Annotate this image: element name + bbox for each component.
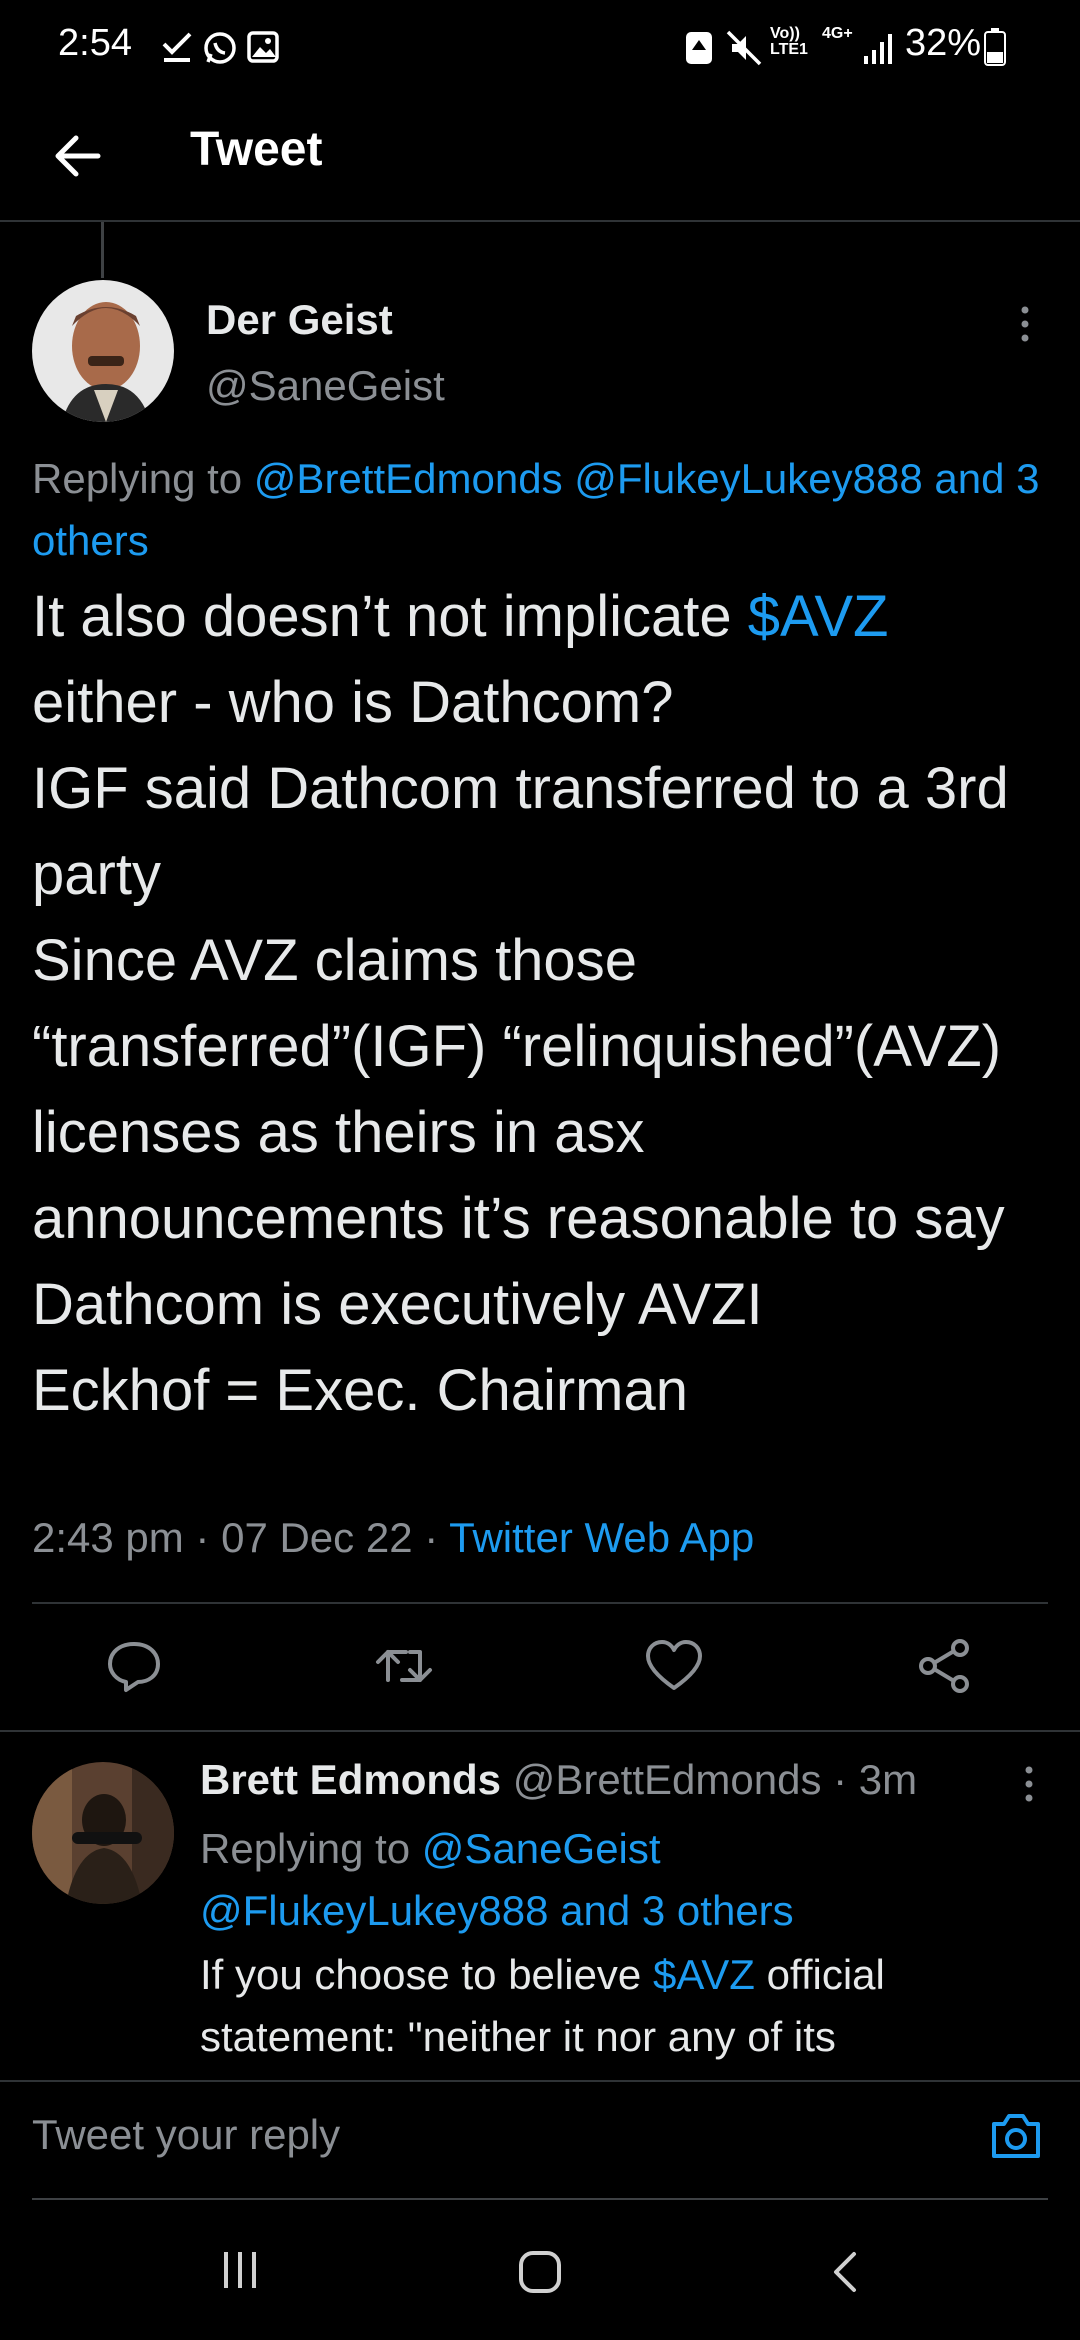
replying-prefix: Replying to [200, 1825, 422, 1872]
navigation-bar [0, 2200, 1080, 2340]
tweet-meta: 2:43 pm · 07 Dec 22 · Twitter Web App [32, 1514, 754, 1562]
cashtag-link[interactable]: $AVZ [653, 1951, 755, 1998]
replying-prefix: Replying to [32, 455, 254, 502]
page-title: Tweet [190, 123, 323, 176]
battery-percent: 32% [905, 22, 982, 64]
reply-header: Brett Edmonds @BrettEdmonds · 3m [200, 1756, 917, 1804]
mute-icon [726, 30, 762, 66]
tweet-date: 07 Dec 22 [221, 1514, 413, 1561]
tweet-time: 2:43 pm [32, 1514, 184, 1561]
thread-line [101, 222, 104, 278]
retweet-icon[interactable] [374, 1636, 434, 1696]
status-bar: 2:54 Vo)) LTE1 4G+ 32% [0, 0, 1080, 96]
cashtag-link[interactable]: $AVZ [748, 584, 889, 649]
signal-icon [864, 34, 892, 64]
mention-link[interactable]: @BrettEdmonds [254, 455, 563, 502]
mention-link[interactable]: @SaneGeist [422, 1825, 661, 1872]
back-nav-icon[interactable] [830, 2250, 860, 2294]
volte-label: Vo)) LTE1 [770, 25, 808, 58]
tweet-line-1: It also doesn’t not implicate $AVZ [32, 574, 1062, 660]
status-time: 2:54 [58, 22, 132, 64]
divider [0, 1730, 1080, 1732]
recents-icon[interactable] [218, 2250, 262, 2290]
author-handle[interactable]: @BrettEdmonds [513, 1756, 822, 1803]
whatsapp-icon [204, 32, 236, 64]
tweet-text: If you choose to believe [200, 1951, 653, 1998]
network-label: 4G+ [822, 25, 853, 42]
replying-to: Replying to @BrettEdmonds @FlukeyLukey88… [32, 448, 1042, 572]
author-name[interactable]: Brett Edmonds [200, 1756, 501, 1803]
gallery-icon [247, 31, 279, 63]
compose-bar [0, 2080, 1080, 2202]
more-options-icon[interactable] [1010, 304, 1040, 344]
separator: · [183, 1514, 222, 1561]
replying-to: Replying to @SaneGeist @FlukeyLukey888 a… [200, 1818, 1040, 1942]
tweet-body: It also doesn’t not implicate $AVZ eithe… [32, 574, 1062, 1434]
share-icon[interactable] [914, 1636, 974, 1696]
reply-input[interactable] [32, 2104, 952, 2166]
like-icon[interactable] [644, 1636, 704, 1696]
check-icon [162, 32, 192, 62]
avatar[interactable] [32, 1762, 174, 1904]
recycle-icon [686, 32, 712, 64]
battery-icon [984, 28, 1006, 66]
tweet-age: 3m [858, 1756, 918, 1803]
avatar[interactable] [32, 280, 174, 422]
mention-link[interactable]: @FlukeyLukey888 [574, 455, 923, 502]
separator: · [412, 1514, 450, 1561]
separator: · [821, 1756, 859, 1803]
home-icon[interactable] [518, 2250, 562, 2294]
more-options-icon[interactable] [1014, 1764, 1044, 1804]
reply-icon[interactable] [104, 1636, 164, 1696]
tweet-text: It also doesn’t not implicate [32, 584, 748, 649]
app-header: Tweet [0, 96, 1080, 222]
tweet-source-link[interactable]: Twitter Web App [449, 1514, 754, 1561]
mention-link[interactable]: @FlukeyLukey888 and 3 others [200, 1887, 794, 1934]
divider [32, 1602, 1048, 1604]
reply-body: If you choose to believe $AVZ official s… [200, 1944, 1060, 2094]
tweet-text-rest: either - who is Dathcom? IGF said Dathco… [32, 670, 1009, 1423]
author-name[interactable]: Der Geist [206, 296, 393, 344]
author-handle[interactable]: @SaneGeist [206, 362, 445, 410]
camera-icon[interactable] [988, 2108, 1044, 2164]
arrow-left-icon[interactable] [48, 126, 108, 186]
